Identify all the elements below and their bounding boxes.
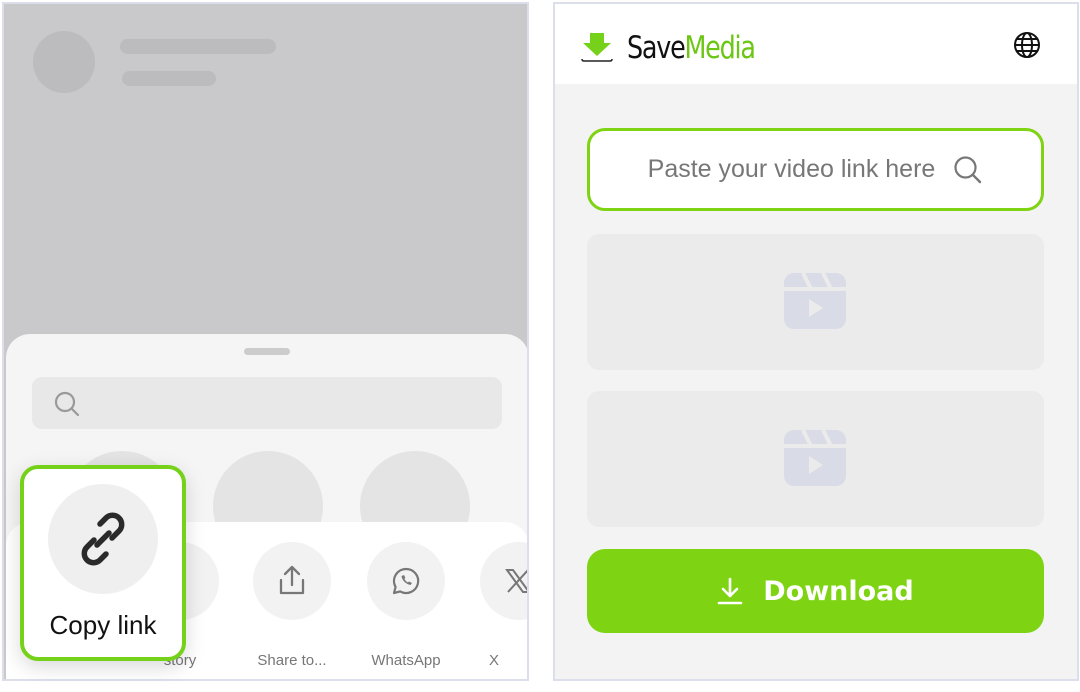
copy-link-label: Copy link (49, 610, 157, 640)
download-icon (717, 577, 743, 605)
skeleton-line (120, 39, 276, 54)
globe-icon[interactable] (1013, 31, 1041, 59)
action-label: WhatsApp (371, 652, 441, 669)
download-label: Download (763, 575, 914, 607)
share-search-input[interactable] (32, 377, 502, 429)
brand-media: Media (684, 30, 755, 66)
header: SaveMedia (555, 4, 1077, 84)
video-placeholder (587, 234, 1044, 370)
avatar (33, 31, 95, 93)
x-icon (505, 569, 527, 593)
whatsapp-icon (392, 567, 420, 595)
drag-handle[interactable] (244, 348, 290, 355)
skeleton-line (122, 71, 216, 86)
action-x[interactable]: X (464, 542, 527, 669)
download-button[interactable]: Download (587, 549, 1044, 633)
search-icon (54, 391, 80, 417)
download-logo-icon (581, 33, 613, 62)
link-icon (81, 512, 125, 566)
action-label: Share to... (257, 652, 327, 669)
input-placeholder: Paste your video link here (647, 155, 936, 183)
logo[interactable]: SaveMedia (581, 30, 783, 66)
action-label: X (488, 652, 499, 669)
reels-icon (784, 429, 846, 486)
reels-icon (784, 272, 846, 329)
video-placeholder (587, 391, 1044, 527)
share-icon (279, 565, 305, 595)
copy-link-icon-bg (48, 484, 158, 594)
video-link-input[interactable]: Paste your video link here (587, 128, 1044, 211)
copy-link-button[interactable]: Copy link (20, 465, 186, 661)
search-icon[interactable] (953, 155, 983, 185)
action-share-to[interactable]: Share to... (237, 542, 347, 669)
brand-save: Save (627, 30, 686, 66)
savemedia-panel: SaveMedia Paste your video link here Dow… (553, 2, 1079, 681)
action-whatsapp[interactable]: WhatsApp (351, 542, 461, 669)
